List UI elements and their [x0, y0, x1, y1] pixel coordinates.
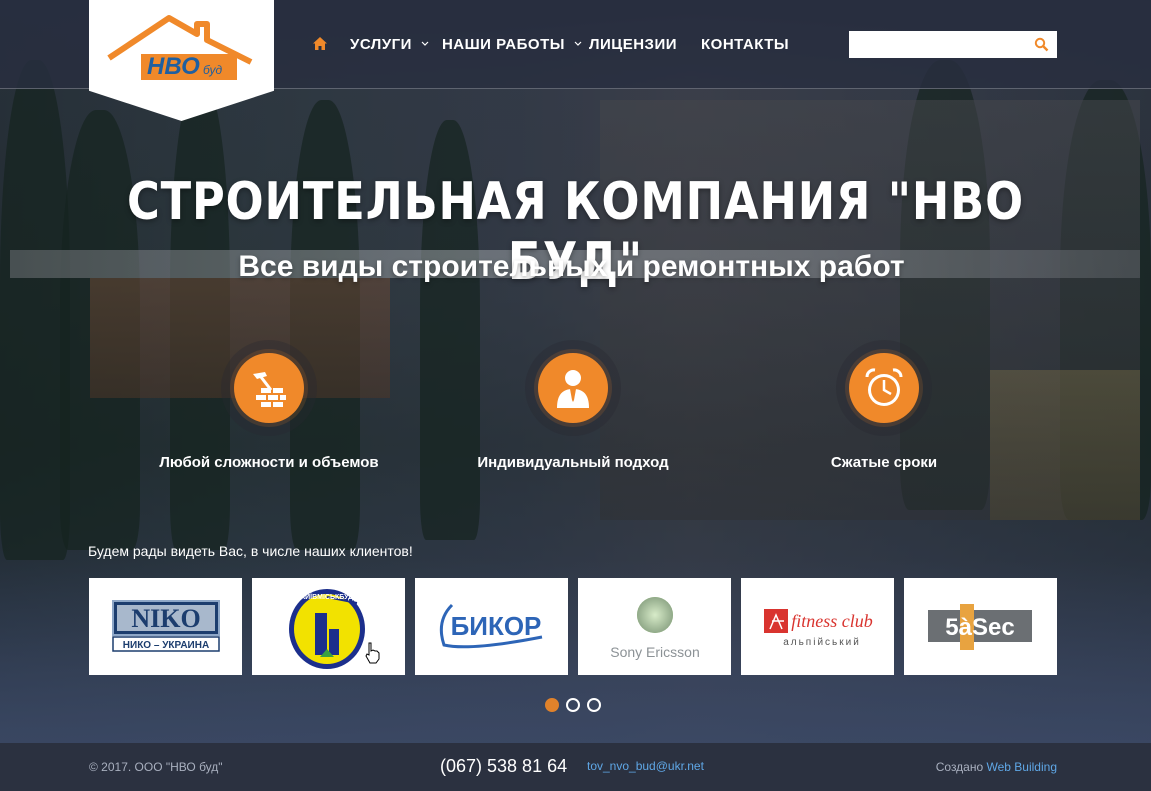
home-icon[interactable]	[312, 36, 328, 52]
search-icon[interactable]	[1034, 37, 1049, 52]
hero-subtitle: Все виды строительных и ремонтных работ	[238, 250, 905, 283]
nav-item-services[interactable]: УСЛУГИ	[350, 34, 430, 54]
logo-caption: альпійський	[783, 637, 861, 648]
carousel-dot-2[interactable]	[566, 698, 580, 712]
chevron-down-icon	[574, 41, 582, 46]
nav-item-contacts[interactable]: КОНТАКТЫ	[701, 34, 789, 54]
client-logo-sony-ericsson[interactable]: Sony Ericsson	[578, 578, 731, 675]
logo-text: КИЇВМІСЬКБУД	[300, 593, 352, 601]
nav-label: НАШИ РАБОТЫ	[441, 35, 565, 53]
feature-complexity: Любой сложности и объемов	[139, 340, 399, 471]
email-link[interactable]: tov_nvo_bud@ukr.net	[587, 759, 704, 773]
carousel-pagination	[545, 698, 601, 712]
nav-label: ЛИЦЕНЗИИ	[588, 35, 678, 53]
hand-cursor-icon	[365, 642, 380, 664]
logo-text: БИКОР	[450, 611, 541, 641]
search-input[interactable]	[849, 31, 1029, 58]
nav-label: КОНТАКТЫ	[701, 35, 790, 53]
nav-item-licenses[interactable]: ЛИЦЕНЗИИ	[589, 34, 677, 54]
phone-number[interactable]: (067) 538 81 64	[440, 756, 567, 777]
logo-text: НВО	[147, 53, 200, 80]
logo-caption: НИКО – УКРАИНА	[122, 640, 208, 651]
carousel-dot-3[interactable]	[587, 698, 601, 712]
feature-label: Любой сложности и объемов	[159, 454, 379, 471]
feature-label: Индивидуальный подход	[477, 454, 669, 471]
client-logo-kyivmiskbud[interactable]: КИЇВМІСЬКБУД	[252, 578, 405, 675]
clients-carousel: NIKO НИКО – УКРАИНА КИЇВМІСЬКБУД БИКОР S…	[89, 578, 1057, 675]
carousel-dot-1[interactable]	[545, 698, 559, 712]
alarm-clock-icon	[849, 353, 919, 423]
logo-text: 5àSec	[945, 614, 1014, 641]
site-footer: © 2017. ООО "НВО буд" (067) 538 81 64 to…	[0, 743, 1151, 791]
web-building-link[interactable]: Web Building	[987, 760, 1058, 774]
chevron-down-icon	[421, 41, 429, 46]
created-by: Создано Web Building	[936, 760, 1057, 774]
client-logo-bikor[interactable]: БИКОР	[415, 578, 568, 675]
feature-label: Сжатые сроки	[830, 454, 938, 471]
copyright-text: © 2017. ООО "НВО буд"	[89, 760, 223, 774]
feature-deadlines: Сжатые сроки	[754, 340, 1014, 471]
logo-subtext: буд	[203, 63, 222, 77]
created-prefix: Создано	[935, 760, 984, 774]
clients-title: Будем рады видеть Вас, в числе наших кли…	[88, 543, 413, 559]
search-box	[849, 31, 1057, 58]
nav-item-works[interactable]: НАШИ РАБОТЫ	[442, 34, 583, 54]
feature-individual: Индивидуальный подход	[443, 340, 703, 471]
logo-text: fitness club	[791, 611, 873, 631]
logo-text: Sony Ericsson	[610, 644, 699, 660]
person-icon	[538, 353, 608, 423]
house-logo-icon: НВО буд	[107, 15, 253, 80]
logo-text: NIKO	[131, 604, 200, 633]
client-logo-niko[interactable]: NIKO НИКО – УКРАИНА	[89, 578, 242, 675]
client-logo-fitness-club[interactable]: fitness club альпійський	[741, 578, 894, 675]
main-nav: УСЛУГИ НАШИ РАБОТЫ ЛИЦЕНЗИИ КОНТАКТЫ	[312, 34, 789, 54]
client-logo-5asec[interactable]: 5àSec	[904, 578, 1057, 675]
hammer-bricks-icon	[234, 353, 304, 423]
nav-label: УСЛУГИ	[350, 35, 412, 53]
